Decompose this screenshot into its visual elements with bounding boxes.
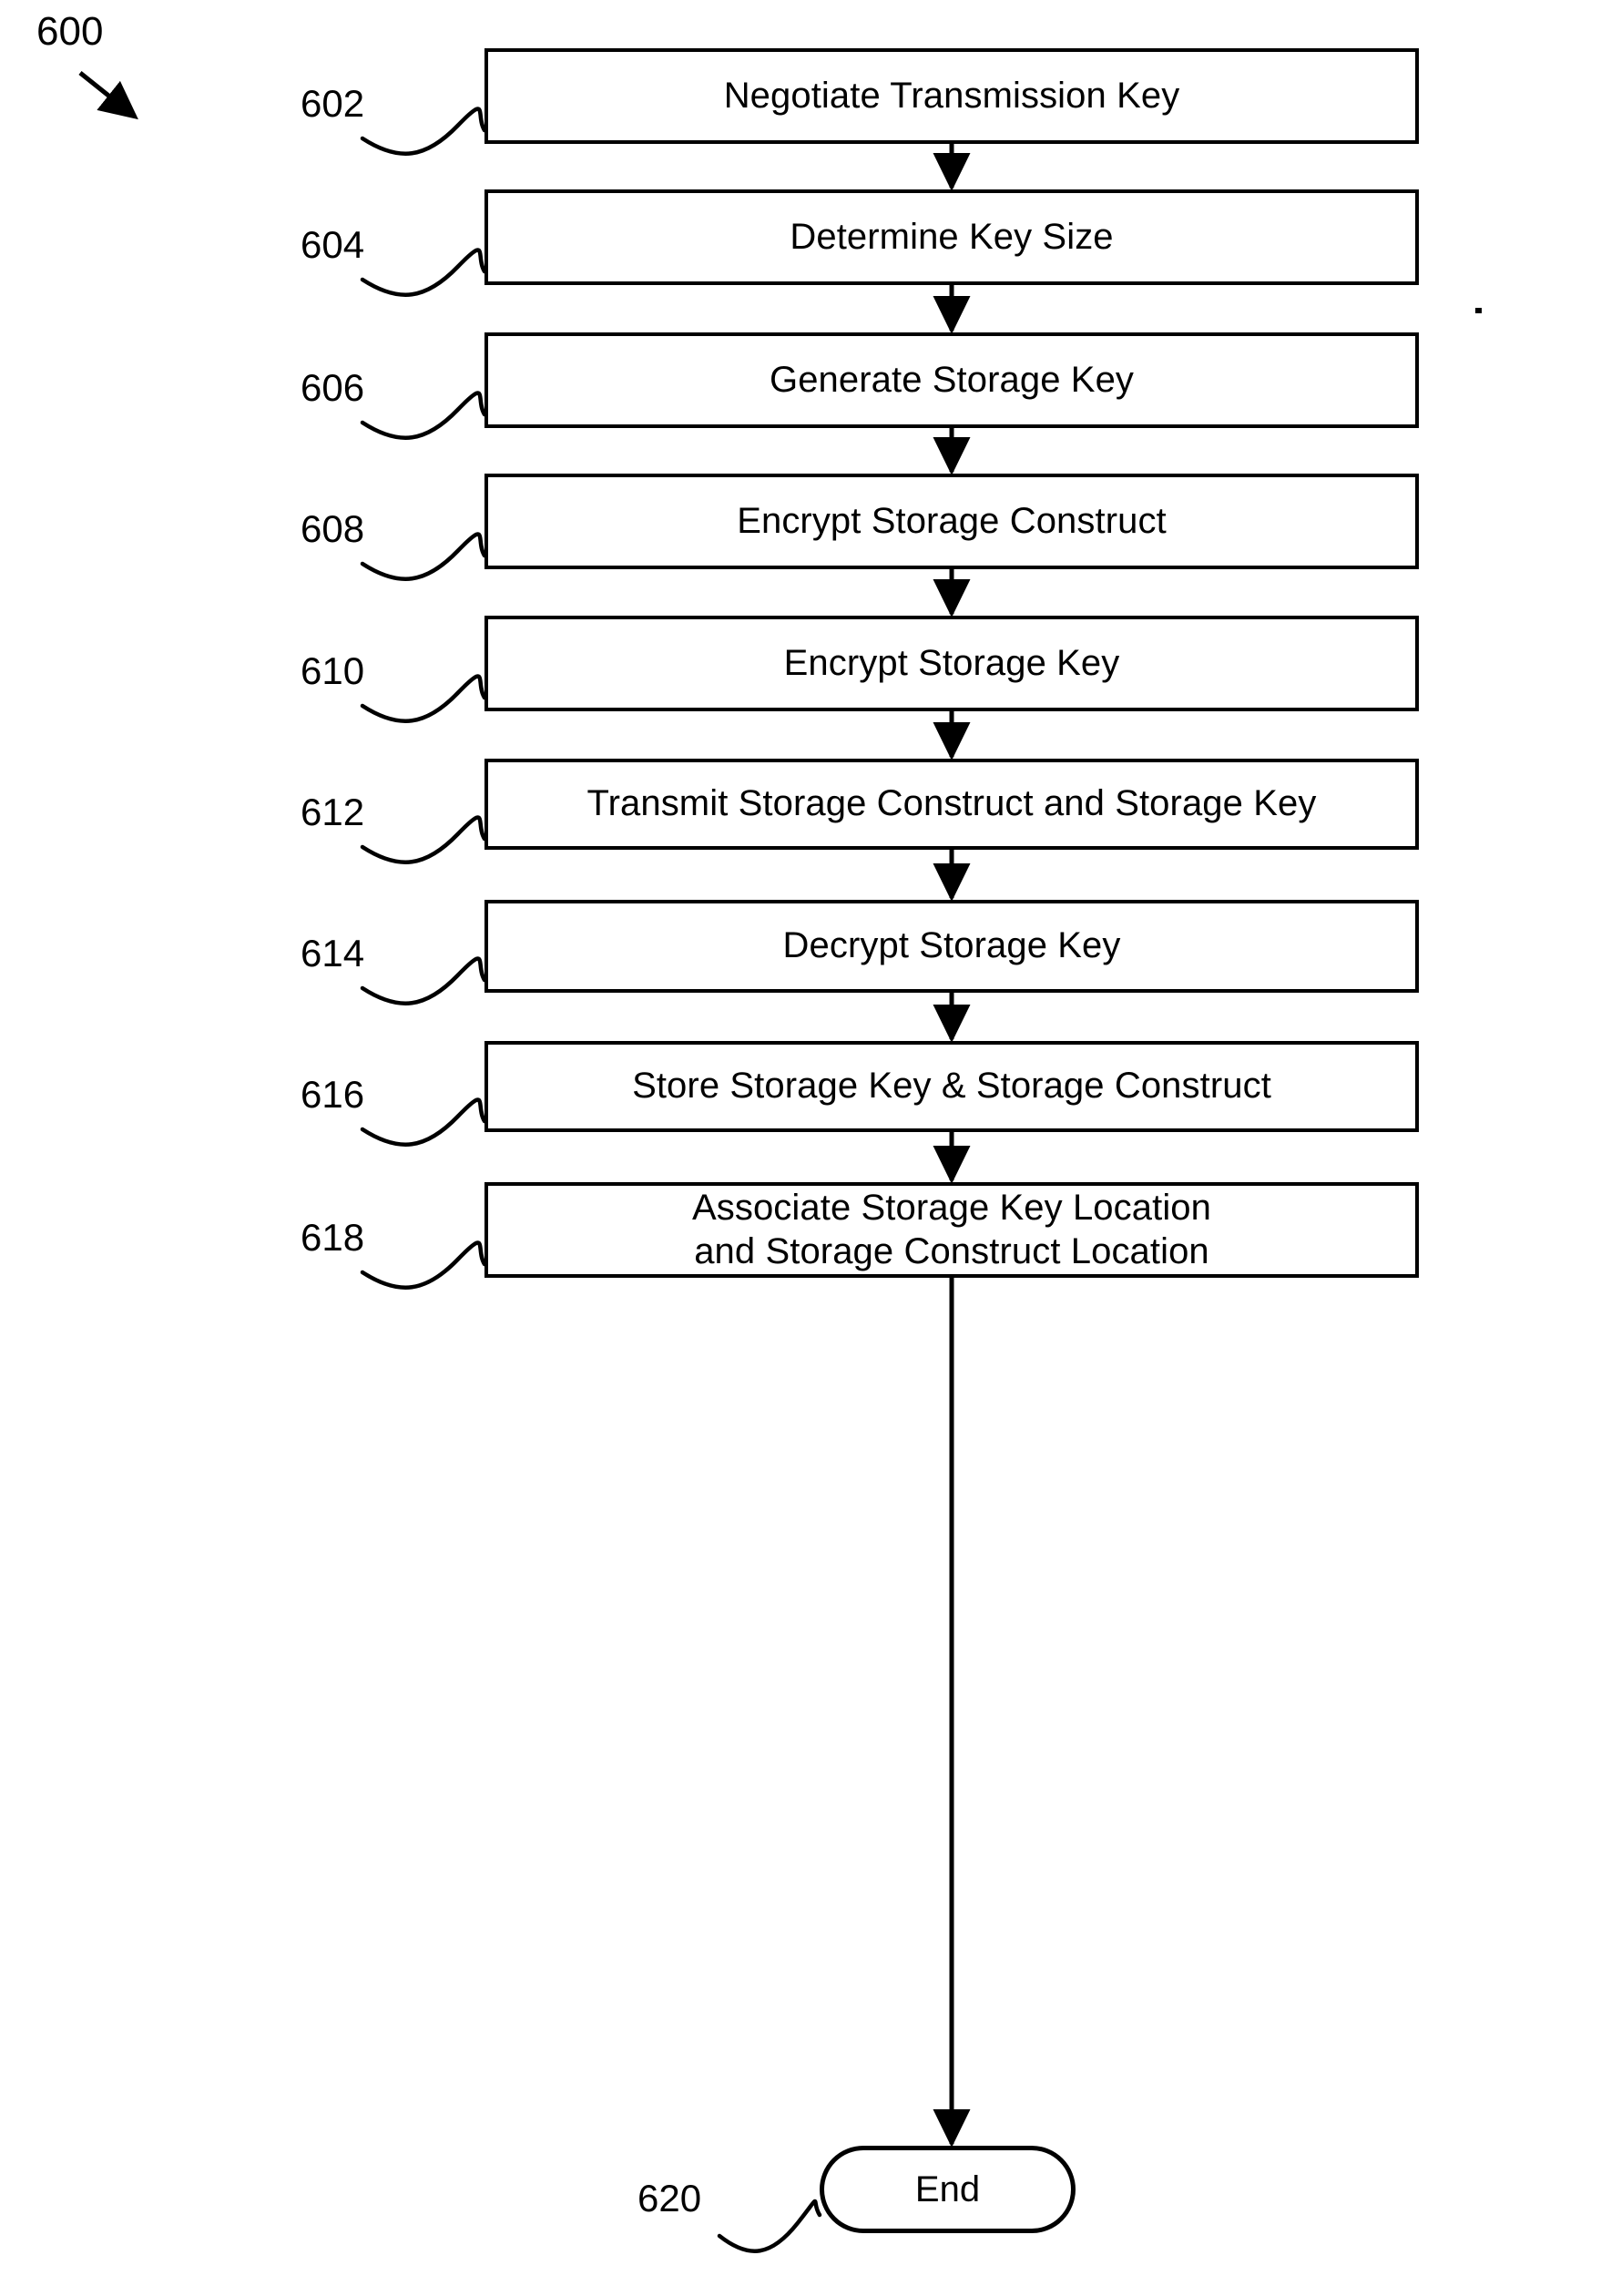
flowchart-step-608: Encrypt Storage Construct	[484, 474, 1419, 569]
reference-numeral-614: 614	[301, 932, 365, 975]
leader-line-602	[360, 107, 487, 156]
flowchart-step-label-610: Encrypt Storage Key	[783, 642, 1120, 683]
reference-numeral-604: 604	[301, 223, 365, 266]
leader-line-620	[717, 2199, 822, 2253]
flowchart-step-606: Generate Storage Key	[484, 332, 1419, 428]
reference-numeral-602: 602	[301, 82, 365, 125]
flowchart-step-614: Decrypt Storage Key	[484, 900, 1419, 993]
leader-line-610	[360, 674, 487, 723]
leader-line-604	[360, 248, 487, 297]
reference-numeral-606: 606	[301, 366, 365, 409]
leader-line-616	[360, 1097, 487, 1147]
flowchart-step-label-612: Transmit Storage Construct and Storage K…	[586, 783, 1317, 824]
flowchart-step-620: End	[820, 2146, 1076, 2233]
reference-numeral-608: 608	[301, 507, 365, 550]
flowchart-step-label-616: Store Storage Key & Storage Construct	[632, 1066, 1271, 1107]
leader-line-606	[360, 391, 487, 440]
flowchart-step-label-606: Generate Storage Key	[769, 359, 1135, 400]
flowchart-step-label-614: Decrypt Storage Key	[782, 925, 1121, 966]
reference-numeral-616: 616	[301, 1073, 365, 1116]
leader-line-618	[360, 1240, 487, 1290]
patent-flowchart-figure: 600 Negotiate Transmission Key 602 Determi…	[0, 0, 1601, 2296]
flowchart-step-label-620: End	[914, 2168, 981, 2209]
figure-number-arrow	[78, 71, 138, 120]
flowchart-step-616: Store Storage Key & Storage Construct	[484, 1041, 1419, 1132]
flowchart-step-label-604: Determine Key Size	[790, 216, 1114, 257]
reference-numeral-618: 618	[301, 1216, 365, 1259]
flowchart-step-604: Determine Key Size	[484, 189, 1419, 285]
flowchart-step-618: Associate Storage Key Location and Stora…	[484, 1182, 1419, 1278]
flowchart-step-610: Encrypt Storage Key	[484, 616, 1419, 711]
flowchart-step-label-618: Associate Storage Key Location and Stora…	[691, 1188, 1211, 1271]
flowchart-step-602: Negotiate Transmission Key	[484, 48, 1419, 144]
figure-callout-arrow	[78, 71, 138, 120]
reference-leader-lines	[360, 107, 822, 2253]
reference-numeral-610: 610	[301, 649, 365, 692]
leader-line-612	[360, 815, 487, 864]
flowchart-step-label-608: Encrypt Storage Construct	[737, 500, 1167, 541]
scan-speck	[1475, 308, 1482, 313]
reference-numeral-620: 620	[637, 2177, 702, 2219]
flowchart-step-612: Transmit Storage Construct and Storage K…	[484, 759, 1419, 850]
leader-line-608	[360, 532, 487, 581]
leader-line-614	[360, 956, 487, 1005]
flowchart-step-label-602: Negotiate Transmission Key	[723, 75, 1180, 116]
figure-number-600: 600	[36, 9, 104, 54]
reference-numeral-612: 612	[301, 791, 365, 833]
